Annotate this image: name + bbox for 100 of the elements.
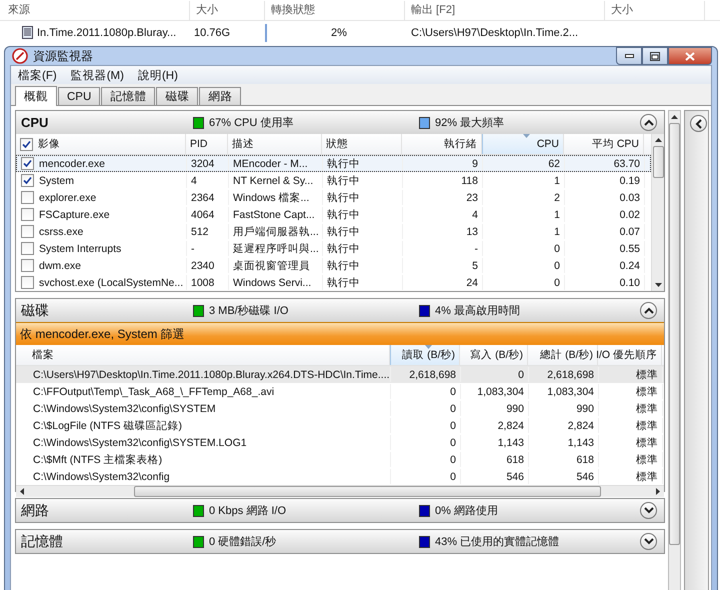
- column-header[interactable]: 大小: [190, 0, 265, 20]
- table-cell: In.Time.2011.1080p.Bluray...: [37, 26, 176, 38]
- tab[interactable]: CPU: [58, 87, 100, 105]
- column-header[interactable]: 狀態: [322, 134, 402, 154]
- table-cell: 0.19: [620, 174, 640, 186]
- checkbox[interactable]: [20, 138, 33, 150]
- tab[interactable]: 記憶體: [101, 87, 156, 105]
- menu-item[interactable]: 檔案(F): [18, 68, 57, 82]
- scrollbar-thumb[interactable]: [134, 486, 601, 497]
- checkbox[interactable]: [21, 191, 34, 204]
- tab[interactable]: 概觀: [15, 86, 57, 106]
- column-header[interactable]: I/O 優先順序: [598, 345, 662, 365]
- table-cell: 1,083,304: [477, 386, 524, 398]
- table-cell: 執行中: [327, 224, 360, 238]
- table-row[interactable]: FSCapture.exe 4064 FastStone Capt... 執行中 4 1 0.02: [16, 206, 651, 223]
- tab[interactable]: 網路: [199, 87, 242, 105]
- checkbox[interactable]: [21, 174, 34, 187]
- column-header[interactable]: 平均 CPU: [564, 134, 644, 154]
- table-row[interactable]: C:\Users\H97\Desktop\In.Time.2011.1080p.Bluray.x264.DTS-HDC\In.Time.... 2,618,698 0 2,618,698 標準: [16, 366, 664, 383]
- table-cell: 1008: [191, 276, 214, 288]
- close-button[interactable]: [668, 47, 712, 65]
- table-row[interactable]: svchost.exe (LocalSystemNe... 1008 Windows Servi... 執行中 24 0 0.10: [16, 274, 651, 291]
- table-cell: -: [474, 242, 478, 254]
- horizontal-scrollbar[interactable]: [16, 485, 664, 497]
- section-title: 網路: [20, 502, 50, 520]
- scrollbar-thumb[interactable]: [669, 123, 680, 545]
- table-cell: 執行中: [327, 208, 360, 222]
- column-header[interactable]: CPU: [482, 134, 564, 154]
- column-header[interactable]: 讀取 (B/秒): [390, 345, 460, 365]
- table-cell: 2: [554, 192, 560, 204]
- table-row[interactable]: C:\$Mft (NTFS 主檔案表格) 0 618 618 標準: [16, 451, 664, 468]
- table-cell: 1: [554, 226, 560, 238]
- checkbox[interactable]: [21, 225, 34, 238]
- table-row[interactable]: mencoder.exe 3204 MEncoder - M... 執行中 9 62 63.70: [16, 155, 651, 172]
- table-row[interactable]: System Interrupts - 延遲程序呼叫與... 執行中 - 0 0.55: [16, 240, 651, 257]
- table-cell: 512: [191, 226, 209, 238]
- table-row[interactable]: C:\Windows\System32\config\SYSTEM.LOG1 0 1,143 1,143 標準: [16, 434, 664, 451]
- table-row[interactable]: explorer.exe 2364 Windows 檔案... 執行中 23 2 0.03: [16, 189, 651, 206]
- checkbox[interactable]: [21, 259, 34, 272]
- table-cell: Windows 檔案...: [233, 190, 310, 204]
- table-row[interactable]: C:\Windows\System32\config 0 546 546 標準: [16, 468, 664, 485]
- column-header[interactable]: 影像: [16, 134, 186, 154]
- table-row[interactable]: C:\Windows\System32\config\SYSTEM 0 990 990 標準: [16, 400, 664, 417]
- table-cell: 2%: [265, 24, 405, 42]
- table-cell: dwm.exe: [39, 260, 82, 272]
- table-cell: 2,618,698: [547, 368, 594, 380]
- checkbox[interactable]: [21, 157, 34, 170]
- section-title: 記憶體: [20, 532, 64, 550]
- collapse-toggle[interactable]: [640, 533, 657, 550]
- column-header[interactable]: 描述: [228, 134, 322, 154]
- maximize-icon: [650, 52, 660, 60]
- table-row[interactable]: System 4 NT Kernel & Sy... 執行中 118 1 0.19: [16, 172, 651, 189]
- expand-pane-button[interactable]: [690, 115, 707, 132]
- minimize-button[interactable]: [616, 47, 642, 65]
- scrollbar-thumb[interactable]: [652, 146, 664, 178]
- checkbox[interactable]: [21, 276, 34, 289]
- menu-item[interactable]: 說明(H): [138, 68, 178, 82]
- column-header[interactable]: 轉換狀態: [265, 0, 405, 20]
- column-header[interactable]: 大小: [605, 0, 705, 20]
- table-row[interactable]: dwm.exe 2340 桌面視窗管理員 執行中 5 0 0.24: [16, 257, 651, 274]
- vertical-scrollbar[interactable]: [668, 110, 681, 590]
- section-header[interactable]: 網路 0 Kbps 網路 I/O 0% 網路使用: [16, 499, 664, 522]
- metric-label: 0% 網路使用: [435, 504, 498, 518]
- section-header[interactable]: CPU 67% CPU 使用率 92% 最大頻率: [16, 111, 664, 134]
- collapse-toggle[interactable]: [640, 114, 657, 131]
- checkbox[interactable]: [21, 242, 34, 255]
- collapse-toggle[interactable]: [640, 302, 657, 319]
- scroll-up-icon: [671, 115, 678, 119]
- chevron-down-icon: [644, 538, 654, 545]
- tab[interactable]: 磁碟: [156, 87, 198, 105]
- section-header[interactable]: 記憶體 0 硬體錯誤/秒 43% 已使用的實體記憶體: [16, 530, 664, 553]
- menu-item[interactable]: 監視器(M): [70, 68, 124, 82]
- scroll-right-icon: [656, 488, 660, 495]
- table-cell: 0.24: [620, 260, 640, 272]
- column-header[interactable]: 輸出 [F2]: [405, 0, 605, 20]
- header-label: PID: [190, 138, 208, 150]
- vertical-scrollbar[interactable]: [651, 134, 664, 291]
- column-header[interactable]: 總計 (B/秒): [528, 345, 598, 365]
- table-cell: 0: [554, 276, 560, 288]
- table-cell: 1,083,304: [547, 386, 594, 398]
- table-cell: 1,143: [568, 436, 594, 448]
- checkbox[interactable]: [21, 208, 34, 221]
- table-row[interactable]: csrss.exe 512 用戶端伺服器執... 執行中 13 1 0.07: [16, 223, 651, 240]
- table-cell: System Interrupts: [39, 242, 122, 254]
- table-cell: 標準: [636, 402, 658, 416]
- column-header[interactable]: PID: [186, 134, 228, 154]
- filter-label: 依 mencoder.exe, System 篩選: [20, 326, 185, 342]
- table-cell: 執行中: [327, 258, 360, 272]
- table-cell: 2364: [191, 192, 214, 204]
- table-cell: 0: [450, 470, 456, 482]
- section-header[interactable]: 磁碟 3 MB/秒磁碟 I/O 4% 最高啟用時間: [16, 299, 664, 322]
- table-row[interactable]: C:\FFOutput\Temp\_Task_A68_\_FFTemp_A68_.avi 0 1,083,304 1,083,304 標準: [16, 383, 664, 400]
- table-cell: 9: [472, 158, 478, 170]
- table-row[interactable]: C:\$LogFile (NTFS 磁碟區記錄) 0 2,824 2,824 標準: [16, 417, 664, 434]
- maximize-button[interactable]: [642, 47, 668, 65]
- table-cell: 4: [191, 174, 197, 186]
- collapse-toggle[interactable]: [640, 502, 657, 519]
- table-cell: 延遲程序呼叫與...: [233, 242, 319, 256]
- column-header[interactable]: 來源: [0, 0, 190, 20]
- column-header[interactable]: 寫入 (B/秒): [460, 345, 528, 365]
